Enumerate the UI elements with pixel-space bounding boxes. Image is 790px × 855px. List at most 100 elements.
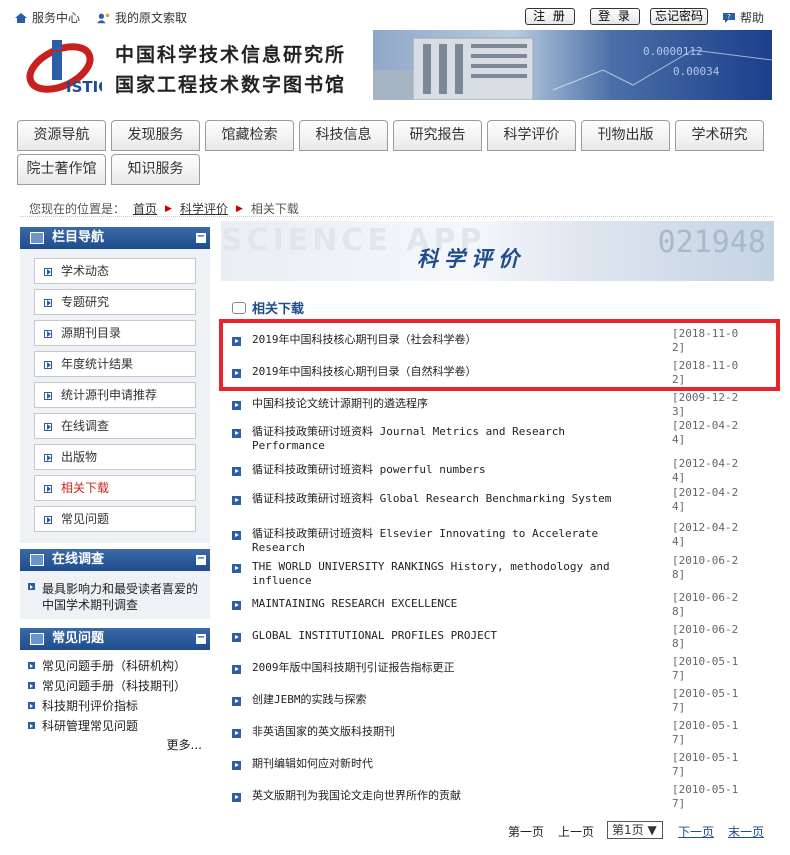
sidebar-survey-list: 最具影响力和最受读者喜爱的中国学术期刊调查	[20, 571, 210, 619]
article-title[interactable]: THE WORLD UNIVERSITY RANKINGS History, m…	[252, 560, 632, 588]
banner-title: 科学评价	[417, 246, 525, 271]
arrow-bullet-icon	[232, 496, 241, 505]
arrow-bullet-icon	[232, 697, 241, 706]
tab-research-reports[interactable]: 研究报告	[393, 120, 482, 151]
page-select[interactable]: 第1页 ▼	[607, 821, 663, 839]
tab-academician-library[interactable]: 院士著作馆	[17, 154, 106, 185]
sidebar-nav-header: 栏目导航 −	[20, 227, 210, 249]
tab-discovery[interactable]: 发现服务	[111, 120, 200, 151]
breadcrumb-section[interactable]: 科学评价	[180, 200, 228, 217]
article-date: [2010-05-17]	[672, 687, 739, 714]
sidebar-survey-title: 在线调查	[52, 552, 105, 567]
article-title[interactable]: 2009年版中国科技期刊引证报告指标更正	[252, 661, 632, 675]
help-link[interactable]: ? 帮助	[722, 9, 764, 26]
pager-next[interactable]: 下一页	[678, 823, 714, 840]
faq-link[interactable]: 常见问题手册（科研机构）	[24, 656, 206, 676]
article-title[interactable]: 循证科技政策研讨班资料 Elsevier Innovating to Accel…	[252, 527, 632, 555]
arrow-bullet-icon	[232, 531, 241, 540]
sidebar-item-annual-stats[interactable]: 年度统计结果	[34, 351, 196, 377]
section-banner: SCIENCE APP 科学评价 021948	[221, 221, 774, 281]
tab-sci-info[interactable]: 科技信息	[299, 120, 388, 151]
breadcrumb-home[interactable]: 首页	[133, 200, 157, 217]
tab-collection-search[interactable]: 馆藏检索	[205, 120, 294, 151]
home-icon	[15, 12, 27, 23]
highlight-box	[219, 319, 780, 391]
faq-link[interactable]: 科研管理常见问题	[24, 716, 206, 736]
sidebar-survey-header: 在线调查 −	[20, 549, 210, 571]
arrow-bullet-icon	[232, 633, 241, 642]
collapse-icon[interactable]: −	[196, 633, 206, 644]
breadcrumb-arrow-icon: ▶	[165, 203, 172, 214]
pager-last[interactable]: 末一页	[728, 823, 764, 840]
service-center-link[interactable]: 服务中心	[14, 9, 80, 26]
breadcrumb: 您现在的位置是： 首页 ▶ 科学评价 ▶ 相关下载	[29, 200, 299, 217]
sidebar-item-topic-research[interactable]: 专题研究	[34, 289, 196, 315]
article-title[interactable]: 期刊编辑如何应对新时代	[252, 757, 632, 771]
article-date: [2012-04-24]	[672, 486, 739, 513]
sidebar-nav-list: 学术动态 专题研究 源期刊目录 年度统计结果 统计源刊申请推荐 在线调查 出版物…	[20, 249, 210, 543]
arrow-bullet-icon	[232, 601, 241, 610]
org-name-2: 国家工程技术数字图书馆	[115, 74, 347, 96]
sidebar-nav-box: 栏目导航 − 学术动态 专题研究 源期刊目录 年度统计结果 统计源刊申请推荐 在…	[20, 227, 210, 543]
article-title[interactable]: MAINTAINING RESEARCH EXCELLENCE	[252, 597, 632, 611]
tab-academic-research[interactable]: 学术研究	[675, 120, 764, 151]
tab-resource-nav[interactable]: 资源导航	[17, 120, 106, 151]
article-date: [2010-05-17]	[672, 719, 739, 746]
survey-link[interactable]: 最具影响力和最受读者喜爱的中国学术期刊调查	[24, 577, 206, 613]
folder-icon	[30, 232, 44, 244]
article-title[interactable]: 英文版期刊为我国论文走向世界所作的贡献	[252, 789, 632, 803]
arrow-bullet-icon	[232, 401, 241, 410]
sidebar-nav-title: 栏目导航	[52, 230, 105, 245]
sidebar-item-source-journals[interactable]: 源期刊目录	[34, 320, 196, 346]
user-icon	[97, 13, 110, 23]
breadcrumb-current: 相关下载	[250, 202, 299, 216]
article-title[interactable]: 循证科技政策研讨班资料 Global Research Benchmarking…	[252, 492, 632, 506]
collapse-icon[interactable]: −	[196, 232, 206, 243]
my-requests-link[interactable]: 我的原文索取	[97, 9, 187, 26]
login-button[interactable]: 登 录	[590, 8, 640, 25]
sidebar-item-journal-recommend[interactable]: 统计源刊申请推荐	[34, 382, 196, 408]
arrow-bullet-icon	[232, 729, 241, 738]
sidebar-faq-header: 常见问题 −	[20, 628, 210, 650]
tab-sci-evaluation[interactable]: 科学评价	[487, 120, 576, 151]
more-link[interactable]: 更多...	[24, 736, 206, 753]
faq-link[interactable]: 常见问题手册（科技期刊）	[24, 676, 206, 696]
article-title[interactable]: 循证科技政策研讨班资料 powerful numbers	[252, 463, 632, 477]
svg-text:?: ?	[727, 13, 731, 21]
top-utility-bar: 服务中心 我的原文索取 注 册 登 录 忘记密码 ? 帮助	[0, 0, 790, 30]
faq-link[interactable]: 科技期刊评价指标	[24, 696, 206, 716]
article-title[interactable]: 循证科技政策研讨班资料 Journal Metrics and Research…	[252, 425, 632, 453]
svg-text:0.00034: 0.00034	[673, 65, 720, 78]
article-title[interactable]: 非英语国家的英文版科技期刊	[252, 725, 632, 739]
pager-first[interactable]: 第一页	[508, 823, 544, 840]
my-requests-label: 我的原文索取	[115, 11, 188, 25]
article-title[interactable]: 创建JEBM的实践与探索	[252, 693, 632, 707]
sidebar-item-downloads[interactable]: 相关下载	[34, 475, 196, 501]
sidebar-survey-box: 在线调查 − 最具影响力和最受读者喜爱的中国学术期刊调查	[20, 549, 210, 619]
section-title-label: 相关下载	[252, 302, 305, 317]
sidebar-faq-box: 常见问题 − 常见问题手册（科研机构） 常见问题手册（科技期刊） 科技期刊评价指…	[20, 628, 210, 759]
sidebar-item-publications[interactable]: 出版物	[34, 444, 196, 470]
article-date: [2012-04-24]	[672, 457, 739, 484]
istic-logo[interactable]: ISTIC	[22, 34, 102, 98]
article-date: [2010-05-17]	[672, 655, 739, 682]
sidebar-item-academic-news[interactable]: 学术动态	[34, 258, 196, 284]
collapse-icon[interactable]: −	[196, 554, 206, 565]
sidebar-item-online-survey[interactable]: 在线调查	[34, 413, 196, 439]
tab-knowledge-service[interactable]: 知识服务	[111, 154, 200, 185]
article-date: [2012-04-24]	[672, 521, 739, 548]
register-button[interactable]: 注 册	[525, 8, 575, 25]
building-graphic: 0.0000112 0.00034	[373, 37, 772, 100]
service-center-label: 服务中心	[32, 11, 81, 25]
sidebar-item-faq[interactable]: 常见问题	[34, 506, 196, 532]
sidebar-faq-list: 常见问题手册（科研机构） 常见问题手册（科技期刊） 科技期刊评价指标 科研管理常…	[20, 650, 210, 759]
help-icon: ?	[723, 12, 735, 23]
article-title[interactable]: GLOBAL INSTITUTIONAL PROFILES PROJECT	[252, 629, 632, 643]
breadcrumb-arrow-icon: ▶	[235, 203, 243, 214]
pager-prev[interactable]: 上一页	[558, 823, 594, 840]
forgot-password-button[interactable]: 忘记密码	[650, 8, 708, 25]
tab-publications[interactable]: 刊物出版	[581, 120, 670, 151]
section-title: 相关下载	[232, 298, 304, 317]
article-title[interactable]: 中国科技论文统计源期刊的遴选程序	[252, 397, 632, 411]
folder-icon	[30, 633, 44, 645]
